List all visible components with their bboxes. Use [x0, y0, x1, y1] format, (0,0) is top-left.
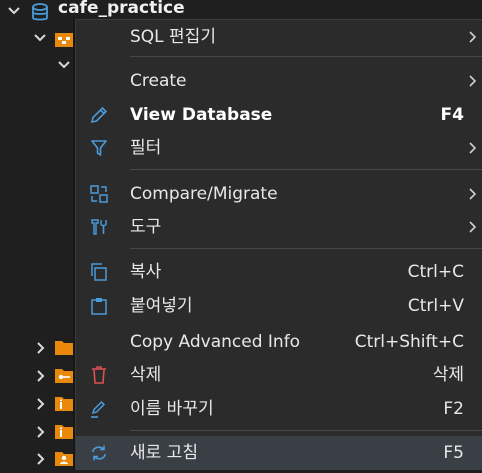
connection-name[interactable]: cafe_practice [58, 0, 185, 18]
copy-icon [89, 262, 109, 282]
menu-item-label: 붙여넣기 [130, 296, 193, 316]
menu-item-shortcut: Ctrl+V [407, 296, 464, 316]
folder-info-icon [55, 423, 73, 440]
menu-item-filter[interactable]: 필터 [76, 131, 482, 165]
pencil-icon [89, 105, 109, 125]
menu-item-refresh[interactable]: 새로 고침 F5 [76, 436, 482, 470]
chevron-right-icon [468, 73, 478, 89]
rename-icon [89, 399, 109, 419]
chevron-down-icon[interactable] [6, 3, 24, 21]
menu-item-delete[interactable]: 삭제 삭제 [76, 358, 482, 392]
menu-item-shortcut: 삭제 [432, 365, 464, 385]
folder-user-icon [55, 450, 73, 467]
chevron-right-icon [468, 219, 478, 235]
databases-folder-icon [55, 31, 73, 48]
tools-icon [89, 217, 109, 237]
menu-item-shortcut: F4 [440, 105, 464, 125]
tree-row-folder[interactable] [0, 447, 75, 473]
menu-item-label: 이름 바꾸기 [130, 399, 214, 419]
menu-item-shortcut: F2 [443, 399, 464, 419]
chevron-down-icon[interactable] [32, 30, 50, 48]
chevron-right-icon[interactable] [33, 451, 51, 469]
compare-icon [89, 184, 109, 204]
filter-icon [89, 138, 109, 158]
menu-item-label: 도구 [130, 217, 162, 237]
tree-row-folder[interactable] [0, 392, 75, 418]
menu-item-shortcut: Ctrl+Shift+C [354, 332, 464, 352]
tree-row-folder[interactable] [0, 420, 75, 446]
chevron-right-icon[interactable] [33, 340, 51, 358]
menu-item-view-database[interactable]: View Database F4 [76, 98, 482, 132]
menu-item-label: 삭제 [130, 365, 162, 385]
menu-item-copy[interactable]: 복사 Ctrl+C [76, 255, 482, 289]
menu-item-copy-advanced-info[interactable]: Copy Advanced Info Ctrl+Shift+C [76, 325, 482, 359]
menu-item-rename[interactable]: 이름 바꾸기 F2 [76, 392, 482, 426]
chevron-right-icon [468, 186, 478, 202]
menu-separator [130, 430, 482, 431]
tree-row-schema[interactable] [0, 55, 75, 81]
menu-item-label: SQL 편집기 [130, 27, 216, 47]
chevron-right-icon[interactable] [33, 396, 51, 414]
menu-item-label: Compare/Migrate [130, 184, 278, 204]
tree-row-databases[interactable] [0, 28, 75, 54]
paste-icon [89, 296, 109, 316]
menu-item-paste[interactable]: 붙여넣기 Ctrl+V [76, 289, 482, 323]
menu-item-label: 필터 [130, 138, 162, 158]
chevron-right-icon [468, 29, 478, 45]
menu-separator [130, 56, 482, 57]
menu-item-label: 새로 고침 [130, 443, 198, 463]
menu-item-create[interactable]: Create [76, 64, 482, 98]
chevron-right-icon[interactable] [33, 424, 51, 442]
chevron-right-icon[interactable] [33, 368, 51, 386]
folder-key-icon [55, 367, 73, 384]
menu-item-label: Copy Advanced Info [130, 332, 301, 352]
chevron-right-icon [468, 140, 478, 156]
folder-icon [55, 339, 73, 356]
menu-item-tools[interactable]: 도구 [76, 210, 482, 244]
menu-item-label: 복사 [130, 262, 162, 282]
tree-row-folder[interactable] [0, 364, 75, 390]
folder-info-icon [55, 395, 73, 412]
refresh-icon [89, 443, 109, 463]
trash-icon [89, 365, 109, 385]
context-menu: SQL 편집기 Create View Database F4 필터 Compa… [75, 19, 482, 470]
menu-separator [130, 248, 482, 249]
database-icon [31, 3, 49, 27]
menu-item-compare-migrate[interactable]: Compare/Migrate [76, 177, 482, 211]
menu-item-shortcut: F5 [443, 443, 464, 463]
menu-separator [130, 169, 482, 170]
menu-item-label: View Database [130, 105, 273, 125]
chevron-down-icon[interactable] [56, 57, 74, 75]
menu-item-label: Create [130, 71, 187, 91]
tree-row-folder[interactable] [0, 336, 75, 362]
menu-item-sql-editor[interactable]: SQL 편집기 [76, 20, 482, 54]
menu-item-shortcut: Ctrl+C [407, 262, 464, 282]
